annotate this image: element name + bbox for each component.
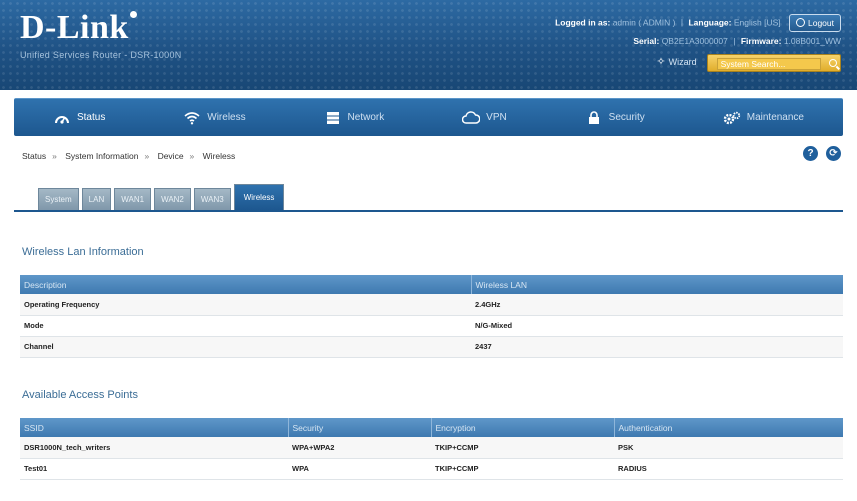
network-icon (324, 110, 342, 126)
nav-item-security[interactable]: Security (585, 110, 645, 126)
help-icons: ? ⟳ (803, 146, 841, 161)
wizard-link[interactable]: ✧ Wizard (656, 56, 696, 69)
nav-item-label: Wireless (207, 112, 246, 123)
wlan-info-title: Wireless Lan Information (22, 246, 144, 258)
row-value: 2.4GHz (471, 294, 843, 316)
encryption-cell: TKIP+CCMP (431, 437, 614, 459)
breadcrumb-item[interactable]: System Information (65, 151, 138, 161)
nav-item-wireless[interactable]: Wireless (183, 110, 246, 126)
column-header: Wireless LAN (471, 275, 843, 294)
nav-item-status[interactable]: Status (53, 110, 105, 126)
row-description: Mode (20, 315, 471, 337)
search-icon[interactable] (829, 59, 837, 67)
brand: D-Link Unified Services Router - DSR-100… (20, 10, 182, 61)
table-row: DSR1000N_tech_writers WPA+WPA2 TKIP+CCMP… (20, 437, 843, 459)
access-points-title: Available Access Points (22, 389, 138, 401)
column-header: SSID (20, 418, 289, 437)
logout-button[interactable]: Logout (789, 14, 841, 32)
search-input[interactable] (716, 58, 821, 70)
table-header-row: Description Wireless LAN (20, 275, 843, 294)
wifi-icon (183, 110, 201, 126)
security-cell: WPA (288, 458, 431, 480)
table-row: Operating Frequency 2.4GHz (20, 294, 843, 316)
breadcrumb-item: Wireless (202, 151, 236, 161)
nav-item-label: Status (76, 112, 106, 123)
cloud-icon (462, 110, 481, 126)
encryption-cell: TKIP+CCMP (431, 458, 614, 480)
row-value: N/G-Mixed (471, 315, 843, 337)
table-row: Channel 2437 (20, 336, 843, 358)
row-description: Operating Frequency (20, 294, 471, 316)
column-header: Security (288, 418, 432, 437)
authentication-cell: PSK (614, 437, 843, 459)
nav-item-label: Security (608, 112, 645, 123)
authentication-cell: RADIUS (614, 458, 843, 480)
system-search (707, 54, 841, 72)
sub-tabs: System LAN WAN1 WAN2 WAN3 Wireless (38, 184, 285, 210)
nav-item-label: Maintenance (746, 112, 804, 123)
tab-wan3[interactable]: WAN3 (193, 188, 231, 210)
main-nav: Status Wireless Network VPN Security Mai… (14, 98, 843, 136)
breadcrumb: Status» System Information» Device» Wire… (22, 151, 236, 161)
dlink-logo: D-Link (20, 10, 182, 46)
table-row: Test01 WPA TKIP+CCMP RADIUS (20, 458, 843, 480)
column-header: Encryption (431, 418, 615, 437)
tab-system[interactable]: System (38, 188, 79, 210)
nav-item-label: Network (347, 112, 385, 123)
tabs-underline (14, 210, 843, 212)
tab-wireless[interactable]: Wireless (233, 184, 285, 210)
ssid-cell: Test01 (20, 458, 288, 480)
serial-value: QB2E1A3000007 (661, 36, 728, 46)
help-icon[interactable]: ? (803, 146, 818, 161)
language-selector[interactable]: English [US] (734, 17, 781, 27)
tab-wan1[interactable]: WAN1 (114, 188, 152, 210)
firmware-value: 1.08B001_WW (783, 36, 841, 46)
serial-label: Serial: (633, 36, 660, 46)
product-tagline: Unified Services Router - DSR-1000N (20, 50, 182, 60)
tab-lan[interactable]: LAN (81, 188, 112, 210)
logged-in-user: admin ( ADMIN ) (612, 17, 676, 28)
column-header: Authentication (614, 418, 843, 437)
header-info: Logged in as: admin ( ADMIN ) | Language… (555, 14, 841, 72)
row-description: Channel (20, 336, 471, 358)
nav-item-vpn[interactable]: VPN (462, 110, 507, 126)
logged-in-label: Logged in as: (555, 17, 611, 28)
breadcrumb-item[interactable]: Device (158, 151, 184, 161)
nav-item-maintenance[interactable]: Maintenance (723, 110, 804, 126)
ssid-cell: DSR1000N_tech_writers (20, 437, 288, 459)
dashboard-icon (53, 110, 71, 126)
nav-item-network[interactable]: Network (324, 110, 385, 126)
lock-icon (585, 110, 603, 126)
wlan-info-table: Description Wireless LAN Operating Frequ… (20, 275, 843, 358)
table-row: Mode N/G-Mixed (20, 315, 843, 337)
nav-item-label: VPN (486, 112, 507, 123)
security-cell: WPA+WPA2 (288, 437, 431, 459)
table-header-row: SSID Security Encryption Authentication (20, 418, 843, 437)
tab-wan2[interactable]: WAN2 (154, 188, 191, 210)
firmware-label: Firmware: (740, 36, 782, 46)
power-icon (796, 18, 805, 27)
header-banner: D-Link Unified Services Router - DSR-100… (0, 0, 857, 90)
language-label: Language: (688, 17, 732, 28)
wand-icon: ✧ (656, 56, 666, 69)
access-points-table: SSID Security Encryption Authentication … (20, 418, 843, 480)
breadcrumb-item[interactable]: Status (22, 151, 46, 161)
column-header: Description (20, 275, 472, 294)
gears-icon (723, 110, 741, 126)
row-value: 2437 (471, 336, 843, 358)
refresh-icon[interactable]: ⟳ (826, 146, 841, 161)
